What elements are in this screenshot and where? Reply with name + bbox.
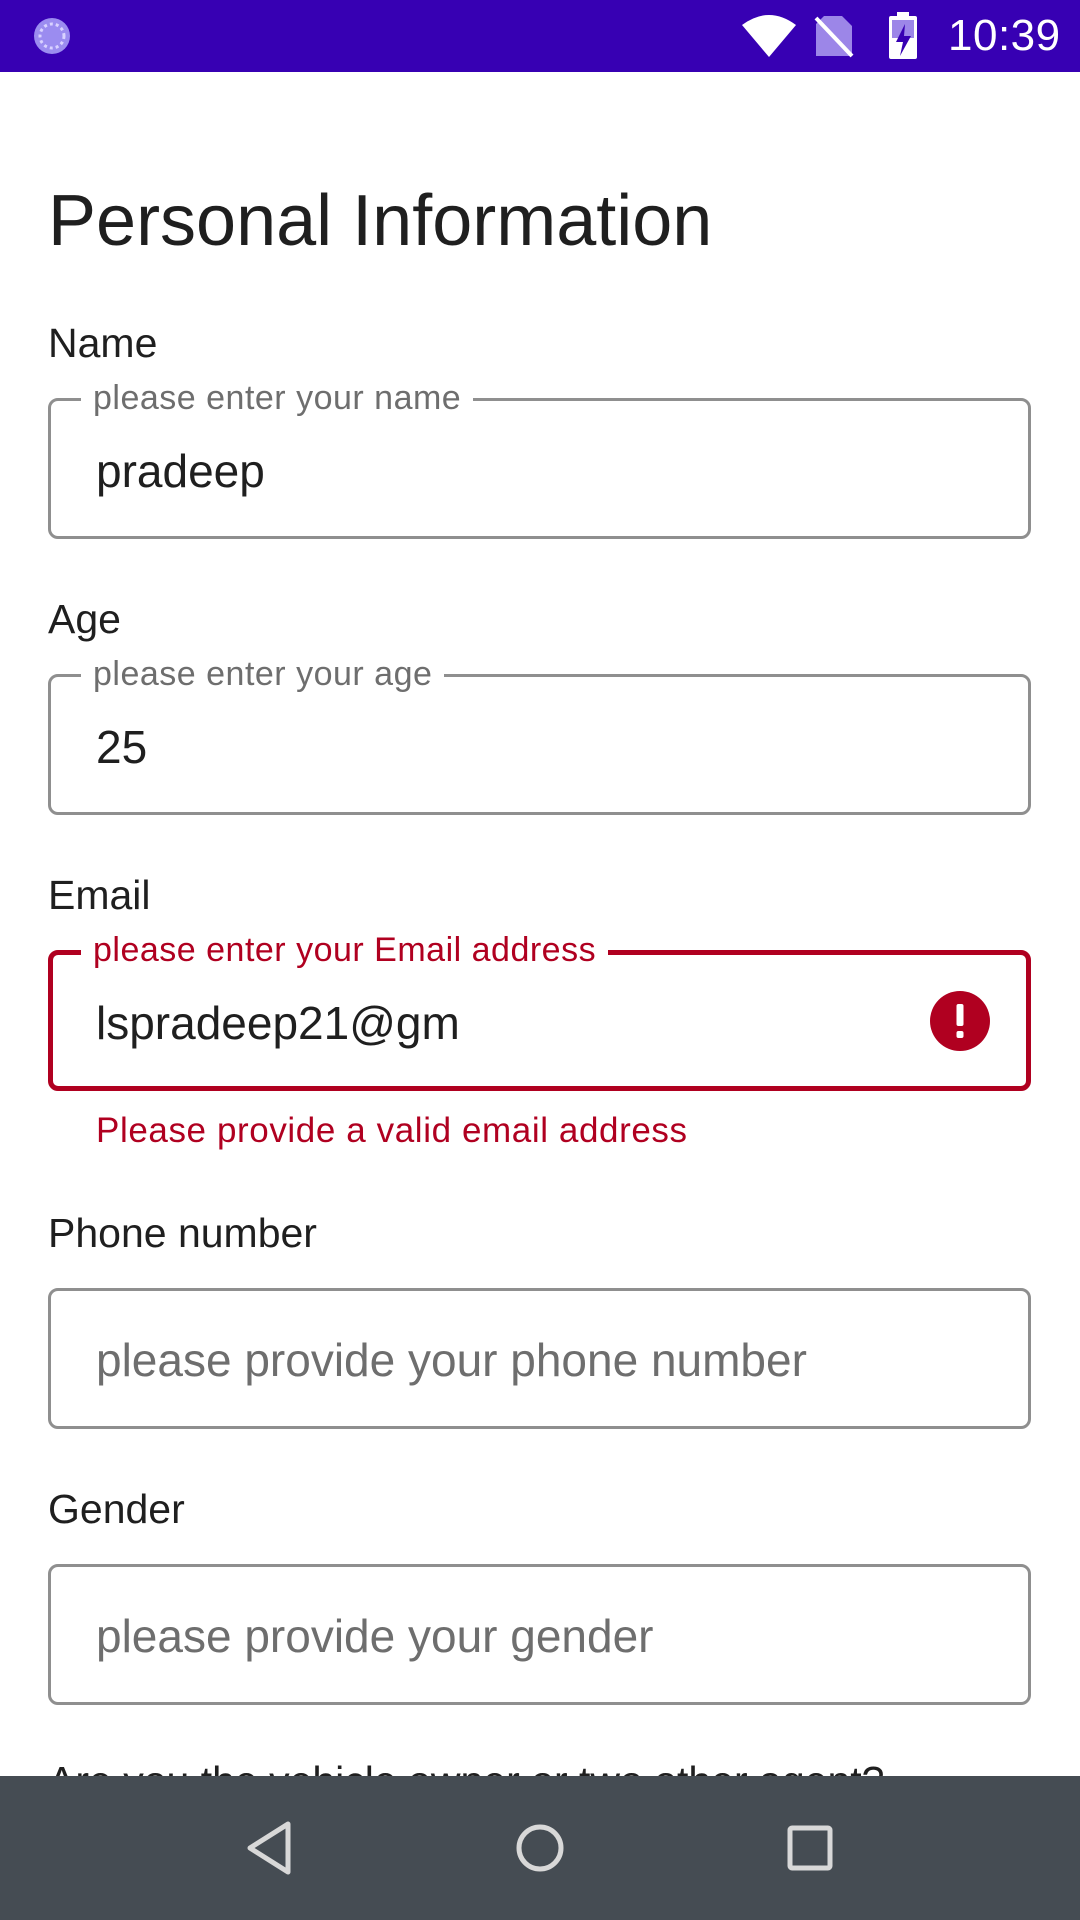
phone-label: Phone number: [48, 1210, 317, 1256]
age-field[interactable]: please enter your age 25: [48, 654, 1031, 815]
age-label: Age: [48, 596, 121, 642]
name-label: Name: [48, 320, 158, 366]
phone-placeholder[interactable]: please provide your phone number: [96, 1333, 807, 1387]
wifi-icon: [742, 15, 796, 57]
page-title: Personal Information: [48, 181, 713, 261]
status-time: 10:39: [948, 11, 1061, 60]
age-floating-label: please enter your age: [81, 654, 445, 694]
recents-icon[interactable]: [778, 1816, 842, 1880]
name-field[interactable]: please enter your name pradeep: [48, 378, 1031, 539]
no-sim-icon: [814, 16, 854, 58]
gender-field[interactable]: please provide your gender: [48, 1564, 1031, 1705]
app-notification-icon: [34, 18, 70, 54]
email-error-message: Please provide a valid email address: [96, 1111, 688, 1150]
name-floating-label: please enter your name: [81, 378, 474, 418]
back-icon[interactable]: [238, 1816, 302, 1880]
gender-placeholder[interactable]: please provide your gender: [96, 1609, 653, 1663]
email-floating-label: please enter your Email address: [81, 930, 609, 970]
home-icon[interactable]: [508, 1816, 572, 1880]
email-field[interactable]: please enter your Email address lspradee…: [48, 930, 1031, 1091]
gender-label: Gender: [48, 1486, 185, 1532]
email-label: Email: [48, 872, 151, 918]
email-value[interactable]: lspradeep21@gm: [96, 996, 460, 1050]
age-value[interactable]: 25: [96, 720, 147, 774]
navigation-bar: [0, 1776, 1080, 1920]
phone-field[interactable]: please provide your phone number: [48, 1288, 1031, 1429]
battery-charging-icon: [889, 12, 917, 59]
name-value[interactable]: pradeep: [96, 444, 265, 498]
status-bar: 10:39: [0, 0, 1080, 72]
error-icon: [930, 991, 990, 1051]
